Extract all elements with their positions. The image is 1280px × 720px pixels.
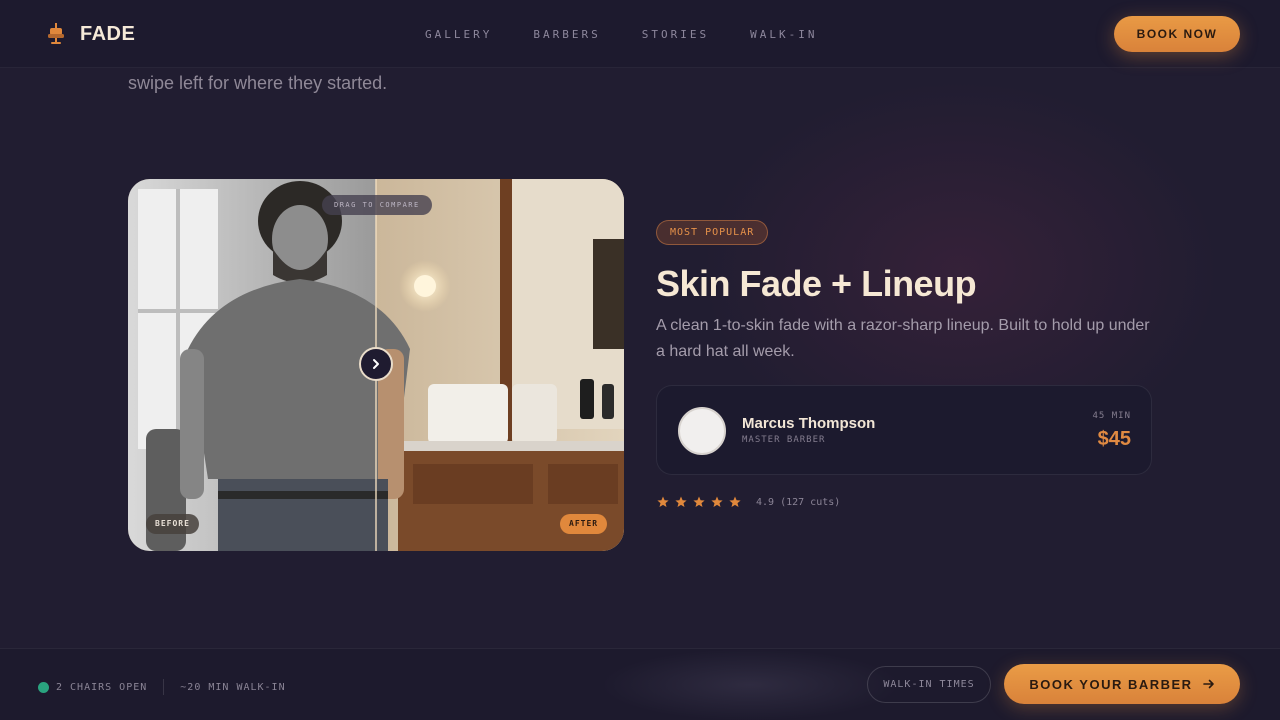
service-description: A clean 1-to-skin fade with a razor-shar… xyxy=(656,317,1150,360)
main-nav: GALLERY BARBERS STORIES WALK-IN xyxy=(425,28,817,41)
arrow-right-icon xyxy=(1202,679,1214,689)
after-tag: AFTER xyxy=(560,514,608,534)
barber-avatar xyxy=(678,407,726,455)
star-icon xyxy=(657,496,669,507)
book-now-button[interactable]: BOOK NOW xyxy=(1114,16,1240,52)
status-dot-icon xyxy=(38,681,49,693)
popular-badge: MOST POPULAR xyxy=(656,220,769,245)
star-icon xyxy=(711,496,723,507)
walk-in-times-button[interactable]: WALK-IN TIMES xyxy=(867,666,991,703)
barber-name: Marcus Thompson xyxy=(742,415,876,432)
brand-name: FADE xyxy=(80,22,136,45)
before-after-compare[interactable]: DRAG TO COMPARE BEFORE AFTER xyxy=(128,179,624,551)
status-divider xyxy=(163,679,165,695)
walkin-estimate-text: ~20 MIN WALK-IN xyxy=(180,681,286,693)
barber-chair-icon xyxy=(48,23,64,44)
nav-link-stories[interactable]: STORIES xyxy=(642,28,709,41)
chairs-open-text: 2 CHAIRS OPEN xyxy=(56,681,148,693)
star-rating xyxy=(656,495,742,509)
star-icon xyxy=(675,496,687,507)
barber-role: MASTER BARBER xyxy=(742,435,826,445)
service-duration: 45 MIN xyxy=(1092,411,1131,421)
bottom-bar-glow xyxy=(600,649,900,720)
availability-status: 2 CHAIRS OPEN ~20 MIN WALK-IN xyxy=(38,679,286,695)
before-tag: BEFORE xyxy=(146,514,199,534)
intro-text: swipe left for where they started. xyxy=(128,73,388,93)
top-navigation: FADE GALLERY BARBERS STORIES WALK-IN BOO… xyxy=(0,0,1280,68)
nav-link-barbers[interactable]: BARBERS xyxy=(533,28,600,41)
cta-label: BOOK YOUR BARBER xyxy=(1029,676,1193,692)
rating: 4.9 (127 cuts) xyxy=(656,495,840,509)
star-icon xyxy=(693,496,705,507)
nav-link-gallery[interactable]: GALLERY xyxy=(425,28,492,41)
compare-handle[interactable] xyxy=(359,347,393,381)
brand[interactable]: FADE xyxy=(46,22,135,46)
rating-text: 4.9 (127 cuts) xyxy=(756,496,841,508)
drag-hint: DRAG TO COMPARE xyxy=(322,195,432,215)
book-your-barber-button[interactable]: BOOK YOUR BARBER xyxy=(1004,664,1240,704)
star-icon xyxy=(729,496,741,507)
nav-link-walk-in[interactable]: WALK-IN xyxy=(750,28,817,41)
chevron-right-icon xyxy=(373,359,379,369)
barber-card[interactable]: Marcus Thompson MASTER BARBER 45 MIN $45 xyxy=(656,385,1152,475)
service-price: $45 xyxy=(1097,428,1131,450)
service-title: Skin Fade + Lineup xyxy=(656,263,977,304)
